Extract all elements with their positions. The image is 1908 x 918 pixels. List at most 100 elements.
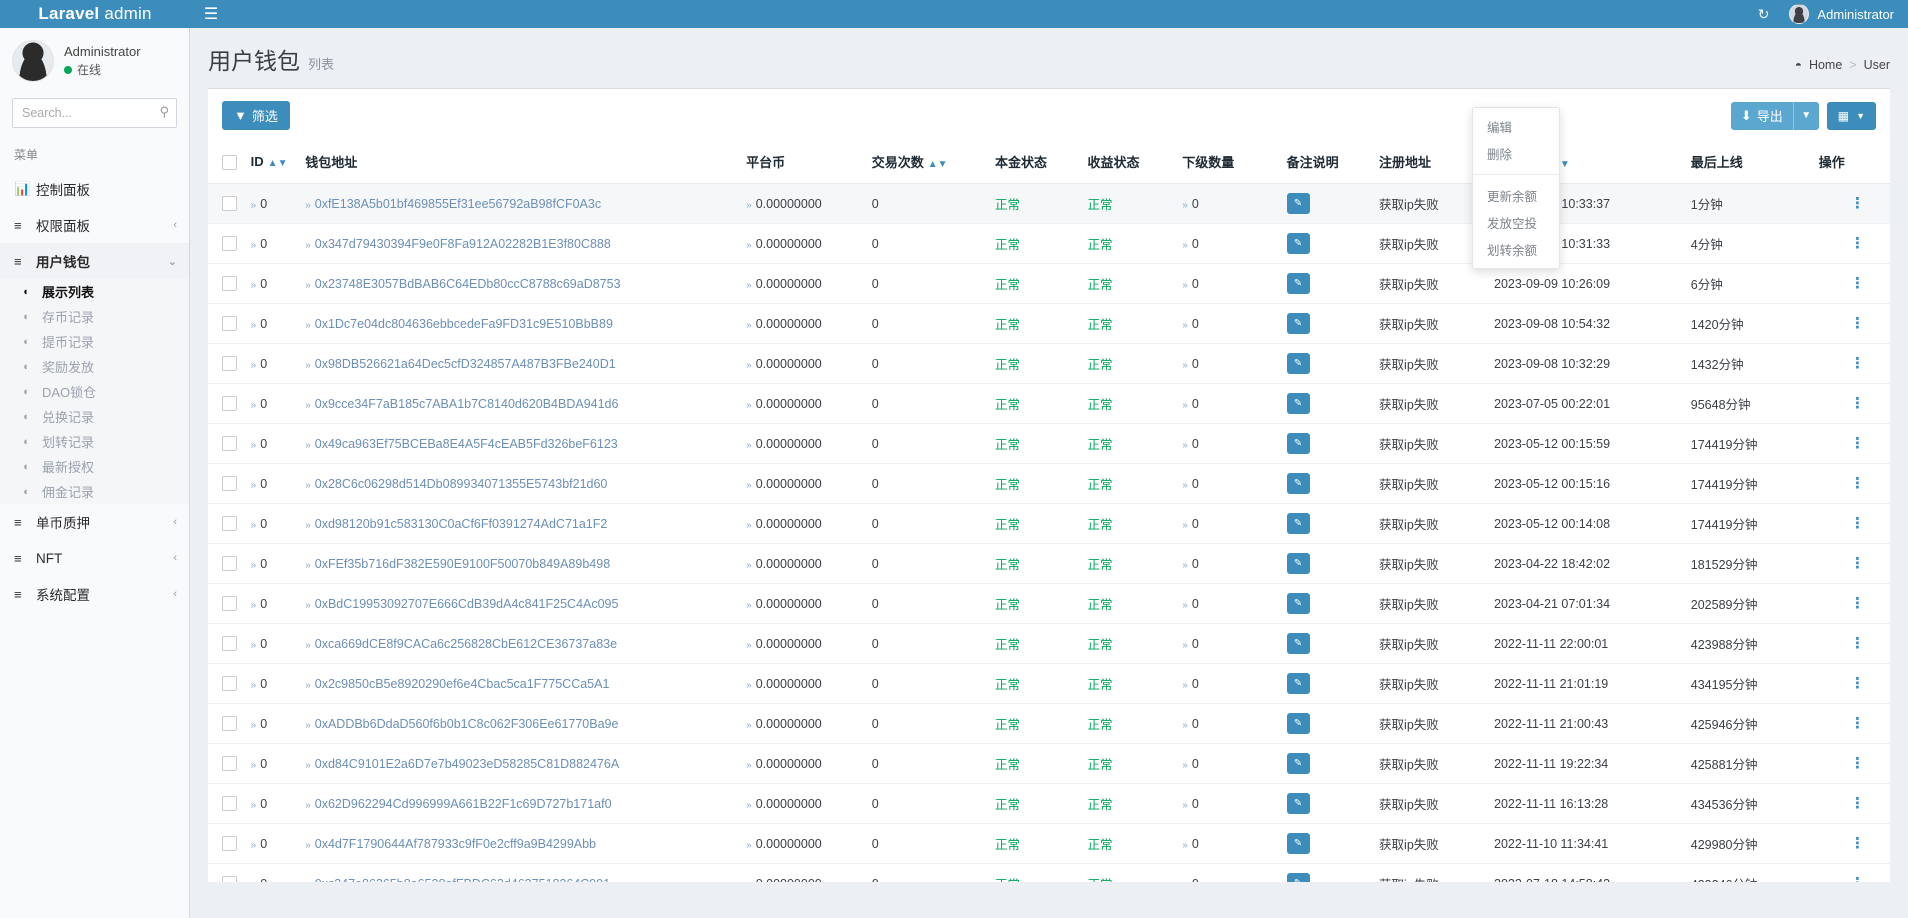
vertical-dots-icon[interactable]: ⋮ <box>1850 758 1864 770</box>
brand-logo[interactable]: Laraveladmin <box>0 0 190 28</box>
sidebar-item-system-config[interactable]: ≡ 系统配置 ‹ <box>0 576 189 612</box>
cell-wallet-address-value[interactable]: 0x28C6c06298d514Db089934071355E5743bf21d… <box>315 477 608 491</box>
export-dropdown-toggle[interactable]: ▼ <box>1793 102 1819 130</box>
breadcrumb-home[interactable]: Home <box>1809 58 1842 72</box>
pencil-icon[interactable]: ✎ <box>1287 233 1310 254</box>
table-row[interactable]: »0»0x23748E3057BdBAB6C64EDb80ccC8788c69a… <box>208 264 1890 304</box>
sidebar-item-dashboard[interactable]: 📊 控制面板 <box>0 171 189 207</box>
cell-wallet-address-value[interactable]: 0xd98120b91c583130C0aCf6Ff0391274AdC71a1… <box>315 517 608 531</box>
vertical-dots-icon[interactable]: ⋮ <box>1850 558 1864 570</box>
dropdown-item-delete[interactable]: 删除 <box>1473 140 1559 167</box>
row-checkbox[interactable] <box>222 876 237 882</box>
column-header-id[interactable]: ID▲▼ <box>251 140 306 184</box>
cell-wallet-address-value[interactable]: 0x23748E3057BdBAB6C64EDb80ccC8788c69aD87… <box>315 277 621 291</box>
column-selector-button[interactable]: ▦ ▼ <box>1827 102 1876 130</box>
cell-wallet-address-value[interactable]: 0xd84C9101E2a6D7e7b49023eD58285C81D88247… <box>315 757 619 771</box>
row-checkbox[interactable] <box>222 676 237 691</box>
row-checkbox[interactable] <box>222 556 237 571</box>
pencil-icon[interactable]: ✎ <box>1287 713 1310 734</box>
vertical-dots-icon[interactable]: ⋮ <box>1850 598 1864 610</box>
vertical-dots-icon[interactable]: ⋮ <box>1850 638 1864 650</box>
row-checkbox[interactable] <box>222 516 237 531</box>
table-row[interactable]: »0»0xBdC19953092707E666CdB39dA4c841F25C4… <box>208 584 1890 624</box>
vertical-dots-icon[interactable]: ⋮ <box>1850 438 1864 450</box>
table-row[interactable]: »0»0xca669dCE8f9CACa6c256828CbE612CE3673… <box>208 624 1890 664</box>
row-checkbox[interactable] <box>222 356 237 371</box>
vertical-dots-icon[interactable]: ⋮ <box>1850 678 1864 690</box>
sidebar-item-latest-auth[interactable]: ◖ 最新授权 <box>0 454 189 479</box>
vertical-dots-icon[interactable]: ⋮ <box>1850 398 1864 410</box>
pencil-icon[interactable]: ✎ <box>1287 193 1310 214</box>
sidebar-item-dao-lock[interactable]: ◖ DAO锁仓 <box>0 379 189 404</box>
table-row[interactable]: »0»0x62D962294Cd996999A661B22F1c69D727b1… <box>208 784 1890 824</box>
search-input[interactable] <box>12 98 177 128</box>
row-checkbox[interactable] <box>222 716 237 731</box>
cell-wallet-address-value[interactable]: 0x98DB526621a64Dec5cfD324857A487B3FBe240… <box>315 357 616 371</box>
row-checkbox[interactable] <box>222 476 237 491</box>
vertical-dots-icon[interactable]: ⋮ <box>1850 718 1864 730</box>
pencil-icon[interactable]: ✎ <box>1287 593 1310 614</box>
sidebar-item-nft[interactable]: ≡ NFT ‹ <box>0 540 189 576</box>
vertical-dots-icon[interactable]: ⋮ <box>1850 198 1864 210</box>
row-checkbox[interactable] <box>222 756 237 771</box>
row-checkbox[interactable] <box>222 436 237 451</box>
cell-wallet-address-value[interactable]: 0xfE138A5b01bf469855Ef31ee56792aB98fCF0A… <box>315 197 601 211</box>
table-row[interactable]: »0»0x9cce34F7aB185c7ABA1b7C8140d620B4BDA… <box>208 384 1890 424</box>
row-checkbox[interactable] <box>222 596 237 611</box>
vertical-dots-icon[interactable]: ⋮ <box>1850 238 1864 250</box>
vertical-dots-icon[interactable]: ⋮ <box>1850 478 1864 490</box>
pencil-icon[interactable]: ✎ <box>1287 833 1310 854</box>
cell-wallet-address-value[interactable]: 0x9cce34F7aB185c7ABA1b7C8140d620B4BDA941… <box>315 397 619 411</box>
pencil-icon[interactable]: ✎ <box>1287 273 1310 294</box>
table-row[interactable]: »0»0x98DB526621a64Dec5cfD324857A487B3FBe… <box>208 344 1890 384</box>
cell-wallet-address-value[interactable]: 0x347d79430394F9e0F8Fa912A02282B1E3f80C8… <box>315 237 611 251</box>
cell-wallet-address-value[interactable]: 0x1Dc7e04dc804636ebbcedeFa9FD31c9E510BbB… <box>315 317 613 331</box>
sidebar-item-single-coin-stake[interactable]: ≡ 单币质押 ‹ <box>0 504 189 540</box>
cell-wallet-address-value[interactable]: 0x2c9850cB5e8920290ef6e4Cbac5ca1F775CCa5… <box>315 677 610 691</box>
table-row[interactable]: »0»0x4d7F1790644Af787933c9fF0e2cff9a9B42… <box>208 824 1890 864</box>
pencil-icon[interactable]: ✎ <box>1287 353 1310 374</box>
table-row[interactable]: »0»0x2c9850cB5e8920290ef6e4Cbac5ca1F775C… <box>208 664 1890 704</box>
sidebar-item-exchange-records[interactable]: ◖ 兑换记录 <box>0 404 189 429</box>
cell-wallet-address-value[interactable]: 0xca669dCE8f9CACa6c256828CbE612CE36737a8… <box>315 637 617 651</box>
pencil-icon[interactable]: ✎ <box>1287 873 1310 882</box>
cell-wallet-address-value[interactable]: 0x62D962294Cd996999A661B22F1c69D727b171a… <box>315 797 612 811</box>
table-row[interactable]: »0»0xd98120b91c583130C0aCf6Ff0391274AdC7… <box>208 504 1890 544</box>
vertical-dots-icon[interactable]: ⋮ <box>1850 318 1864 330</box>
pencil-icon[interactable]: ✎ <box>1287 793 1310 814</box>
cell-wallet-address-value[interactable]: 0x4d7F1790644Af787933c9fF0e2cff9a9B4299A… <box>315 837 596 851</box>
table-row[interactable]: »0»0x49ca963Ef75BCEBa8E4A5F4cEAB5Fd326be… <box>208 424 1890 464</box>
pencil-icon[interactable]: ✎ <box>1287 473 1310 494</box>
vertical-dots-icon[interactable]: ⋮ <box>1850 278 1864 290</box>
table-row[interactable]: »0»0xADDBb6DdaD560f6b0b1C8c062F306Ee6177… <box>208 704 1890 744</box>
row-checkbox[interactable] <box>222 196 237 211</box>
sort-updown-icon[interactable]: ▲▼ <box>268 158 288 169</box>
dropdown-item-issue-airdrop[interactable]: 发放空投 <box>1473 209 1559 236</box>
pencil-icon[interactable]: ✎ <box>1287 673 1310 694</box>
row-checkbox[interactable] <box>222 796 237 811</box>
cell-wallet-address-value[interactable]: 0xc347e86265b8a6528efFBDC63d4637518264C9… <box>315 877 610 883</box>
cell-wallet-address-value[interactable]: 0xADDBb6DdaD560f6b0b1C8c062F306Ee61770Ba… <box>315 717 619 731</box>
table-row[interactable]: »0»0xfE138A5b01bf469855Ef31ee56792aB98fC… <box>208 184 1890 224</box>
pencil-icon[interactable]: ✎ <box>1287 513 1310 534</box>
cell-wallet-address-value[interactable]: 0xBdC19953092707E666CdB39dA4c841F25C4Ac0… <box>315 597 619 611</box>
vertical-dots-icon[interactable]: ⋮ <box>1850 838 1864 850</box>
table-row[interactable]: »0»0xd84C9101E2a6D7e7b49023eD58285C81D88… <box>208 744 1890 784</box>
row-checkbox[interactable] <box>222 396 237 411</box>
vertical-dots-icon[interactable]: ⋮ <box>1850 798 1864 810</box>
sidebar-item-transfer-records[interactable]: ◖ 划转记录 <box>0 429 189 454</box>
vertical-dots-icon[interactable]: ⋮ <box>1850 358 1864 370</box>
vertical-dots-icon[interactable]: ⋮ <box>1850 518 1864 530</box>
dropdown-item-update-balance[interactable]: 更新余额 <box>1473 182 1559 209</box>
select-all-checkbox[interactable] <box>222 155 237 170</box>
vertical-dots-icon[interactable]: ⋮ <box>1850 878 1864 883</box>
pencil-icon[interactable]: ✎ <box>1287 753 1310 774</box>
cell-wallet-address-value[interactable]: 0x49ca963Ef75BCEBa8E4A5F4cEAB5Fd326beF61… <box>315 437 618 451</box>
sidebar-item-user-wallet[interactable]: ≡ 用户钱包 ⌄ <box>0 243 189 279</box>
row-checkbox[interactable] <box>222 836 237 851</box>
row-checkbox[interactable] <box>222 316 237 331</box>
table-row[interactable]: »0»0x28C6c06298d514Db089934071355E5743bf… <box>208 464 1890 504</box>
pencil-icon[interactable]: ✎ <box>1287 393 1310 414</box>
table-row[interactable]: »0»0x347d79430394F9e0F8Fa912A02282B1E3f8… <box>208 224 1890 264</box>
pencil-icon[interactable]: ✎ <box>1287 313 1310 334</box>
